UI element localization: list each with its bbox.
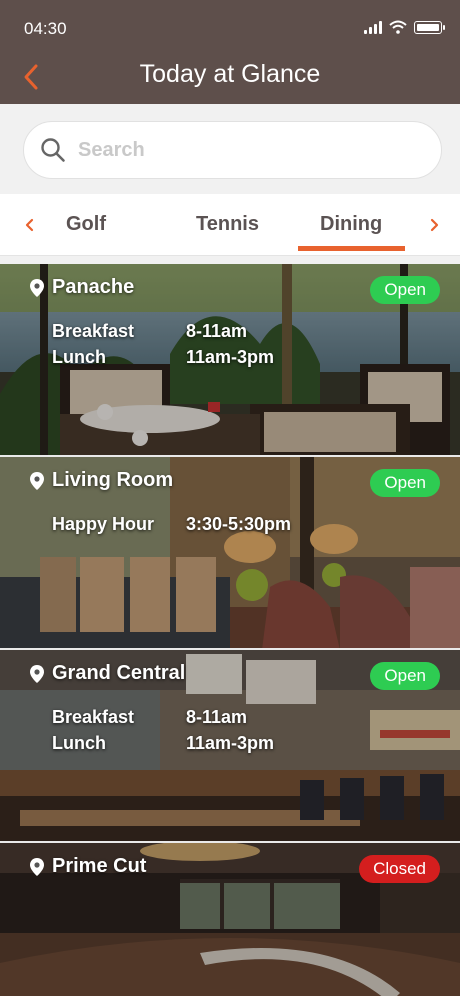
search-bar[interactable] xyxy=(23,121,442,179)
hours-row: Lunch 11am-3pm xyxy=(52,344,274,370)
tabs-next-button[interactable] xyxy=(424,214,444,236)
status-badge: Open xyxy=(370,276,440,304)
tab-golf[interactable]: Golf xyxy=(66,213,106,236)
active-tab-indicator xyxy=(298,246,405,251)
tabs-prev-button[interactable] xyxy=(20,214,40,236)
status-time: 04:30 xyxy=(24,19,67,38)
location-pin-icon xyxy=(30,857,44,876)
category-tabs: Golf Tennis Dining xyxy=(0,194,460,256)
venue-name: Living Room xyxy=(30,469,173,492)
meal-label: Breakfast xyxy=(52,320,135,341)
venue-hours: Breakfast 8-11am Lunch 11am-3pm xyxy=(52,318,274,370)
meal-label: Lunch xyxy=(52,346,106,367)
hours-row: Breakfast 8-11am xyxy=(52,704,274,730)
status-badge: Closed xyxy=(359,855,440,883)
venue-name-label: Prime Cut xyxy=(52,855,147,877)
meal-time: 11am-3pm xyxy=(186,732,275,753)
battery-icon xyxy=(414,20,445,34)
venue-name: Panache xyxy=(30,276,134,299)
search-section xyxy=(0,104,460,194)
venue-name-label: Panache xyxy=(52,276,135,298)
venue-list: Panache Open Breakfast 8-11am Lunch 11am… xyxy=(0,264,460,996)
venue-card-panache[interactable]: Panache Open Breakfast 8-11am Lunch 11am… xyxy=(0,264,460,457)
meal-time: 11am-3pm xyxy=(186,346,275,367)
meal-time: 8-11am xyxy=(186,320,248,341)
search-input[interactable] xyxy=(78,138,378,162)
hours-row: Happy Hour 3:30-5:30pm xyxy=(52,511,291,537)
tab-tennis[interactable]: Tennis xyxy=(196,213,259,236)
venue-name: Prime Cut xyxy=(30,855,146,878)
meal-label: Breakfast xyxy=(52,706,135,727)
location-pin-icon xyxy=(30,471,44,490)
venue-card-grand-central[interactable]: Grand Central Open Breakfast 8-11am Lunc… xyxy=(0,650,460,843)
app-header: 04:30 Today at Glance xyxy=(0,0,460,104)
venue-card-prime-cut[interactable]: Prime Cut Closed xyxy=(0,843,460,996)
venue-hours: Breakfast 8-11am Lunch 11am-3pm xyxy=(52,704,274,756)
signal-icon xyxy=(364,20,382,34)
chevron-left-icon xyxy=(25,218,34,232)
status-icons xyxy=(364,20,445,34)
page-title: Today at Glance xyxy=(139,60,321,88)
venue-name: Grand Central xyxy=(30,662,185,685)
location-pin-icon xyxy=(30,664,44,683)
wifi-icon xyxy=(389,20,407,34)
search-icon xyxy=(41,138,65,162)
venue-name-label: Grand Central xyxy=(52,662,186,684)
venue-card-living-room[interactable]: Living Room Open Happy Hour 3:30-5:30pm xyxy=(0,457,460,650)
hours-row: Lunch 11am-3pm xyxy=(52,730,274,756)
status-badge: Open xyxy=(370,469,440,497)
meal-label: Lunch xyxy=(52,732,106,753)
hours-row: Breakfast 8-11am xyxy=(52,318,274,344)
venue-name-label: Living Room xyxy=(52,469,174,491)
venue-hours: Happy Hour 3:30-5:30pm xyxy=(52,511,291,537)
meal-time: 8-11am xyxy=(186,706,248,727)
meal-time: 3:30-5:30pm xyxy=(186,513,292,534)
chevron-right-icon xyxy=(430,218,439,232)
meal-label: Happy Hour xyxy=(52,513,155,534)
tab-dining[interactable]: Dining xyxy=(320,213,382,236)
location-pin-icon xyxy=(30,278,44,297)
status-badge: Open xyxy=(370,662,440,690)
